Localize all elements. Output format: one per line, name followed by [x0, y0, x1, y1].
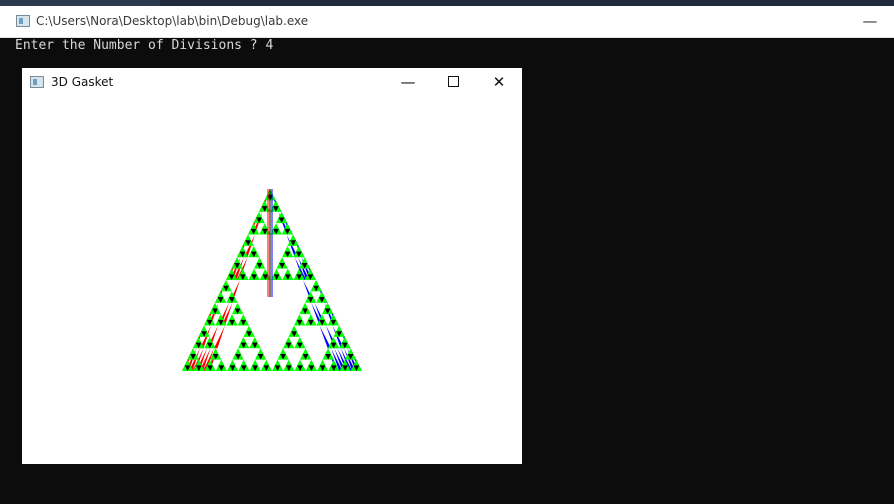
gasket-window-titlebar[interactable]: 3D Gasket — ✕: [22, 68, 522, 97]
gasket-canvas: [22, 97, 522, 464]
gasket-minimize-button[interactable]: —: [385, 68, 431, 97]
console-app-icon: [16, 15, 30, 27]
gasket-face-blue: [319, 325, 331, 349]
console-line: Enter the Number of Divisions ? 4: [15, 38, 274, 53]
console-minimize-button[interactable]: —: [856, 12, 884, 32]
console-titlebar[interactable]: C:\Users\Nora\Desktop\lab\bin\Debug\lab.…: [0, 6, 894, 38]
console-output: Enter the Number of Divisions ? 4: [0, 37, 894, 57]
gasket-face-red: [214, 325, 225, 349]
maximize-icon: [447, 75, 459, 87]
gasket-app-icon: [30, 76, 44, 88]
console-window-title: C:\Users\Nora\Desktop\lab\bin\Debug\lab.…: [36, 14, 309, 28]
gasket-window-title: 3D Gasket: [51, 75, 114, 89]
gasket-maximize-button[interactable]: [430, 68, 476, 97]
gasket-close-button[interactable]: ✕: [476, 68, 522, 97]
sierpinski-gasket: [182, 189, 362, 371]
gasket-window[interactable]: 3D Gasket — ✕: [22, 68, 522, 464]
